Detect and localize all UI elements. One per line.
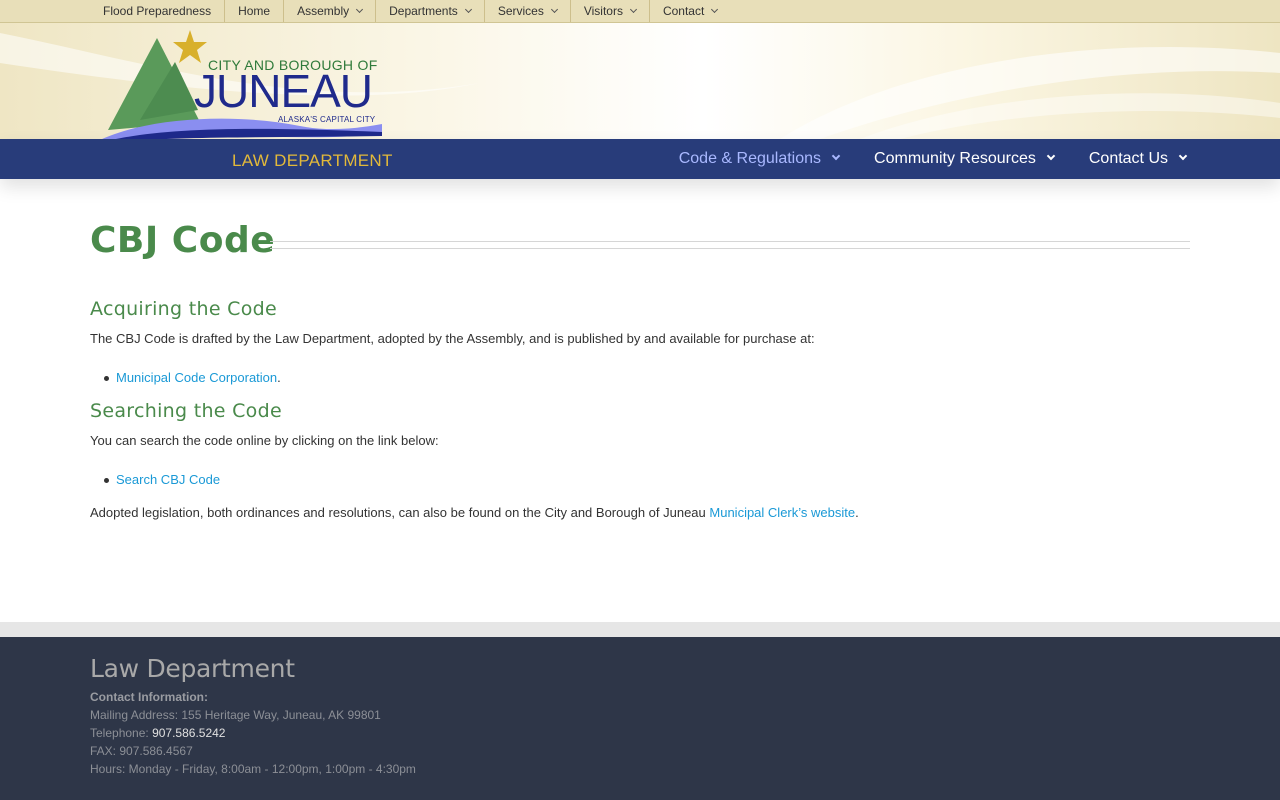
municipal-clerk-website-link[interactable]: Municipal Clerk’s website (709, 505, 855, 520)
main-nav-community-resources[interactable]: Community Resources (874, 139, 1056, 179)
utility-nav-services[interactable]: Services (485, 0, 571, 22)
section-intro-acquiring: The CBJ Code is drafted by the Law Depar… (90, 331, 815, 346)
chevron-down-icon (550, 5, 558, 13)
utility-nav-visitors[interactable]: Visitors (571, 0, 650, 22)
page-title: CBJ Code (90, 220, 276, 261)
footer-contact-heading: Contact Information: (90, 690, 208, 704)
footer-divider-strip (0, 622, 1280, 637)
logo-tagline: ALASKA'S CAPITAL CITY (278, 115, 376, 124)
closing-paragraph: Adopted legislation, both ordinances and… (90, 505, 859, 520)
footer-title: Law Department (90, 654, 295, 683)
section-heading-acquiring: Acquiring the Code (90, 298, 277, 320)
chevron-down-icon (711, 5, 719, 13)
logo-department-text: LAW DEPARTMENT (232, 151, 393, 170)
main-nav: Code & Regulations Community Resources C… (644, 139, 1188, 179)
footer-hours: Hours: Monday - Friday, 8:00am - 12:00pm… (90, 762, 416, 776)
chevron-down-icon (629, 5, 637, 13)
page-title-row: CBJ Code (90, 220, 1190, 264)
municipal-code-corporation-link[interactable]: Municipal Code Corporation (116, 370, 277, 385)
chevron-down-icon (1046, 151, 1056, 161)
section-heading-searching: Searching the Code (90, 400, 282, 422)
chevron-down-icon (1178, 151, 1188, 161)
chevron-down-icon (831, 151, 841, 161)
logo-juneau-text: JUNEAU (194, 65, 373, 117)
list-item: Municipal Code Corporation. (104, 370, 281, 385)
footer-telephone: Telephone: 907.586.5242 (90, 726, 226, 740)
footer-mailing-address: Mailing Address: 155 Heritage Way, Junea… (90, 708, 381, 722)
list-item: Search CBJ Code (103, 472, 220, 487)
section-intro-searching: You can search the code online by clicki… (90, 433, 439, 448)
chevron-down-icon (464, 5, 472, 13)
main-nav-bar: Code & Regulations Community Resources C… (0, 139, 1280, 179)
utility-nav-contact[interactable]: Contact (650, 0, 730, 22)
footer: Law Department Contact Information: Mail… (0, 637, 1280, 800)
main-nav-contact-us[interactable]: Contact Us (1089, 139, 1188, 179)
title-divider (270, 241, 1190, 249)
main-nav-code-regulations[interactable]: Code & Regulations (679, 139, 841, 179)
phone-number[interactable]: 907.586.5242 (152, 726, 225, 740)
footer-fax: FAX: 907.586.4567 (90, 744, 193, 758)
search-cbj-code-link[interactable]: Search CBJ Code (116, 472, 220, 487)
